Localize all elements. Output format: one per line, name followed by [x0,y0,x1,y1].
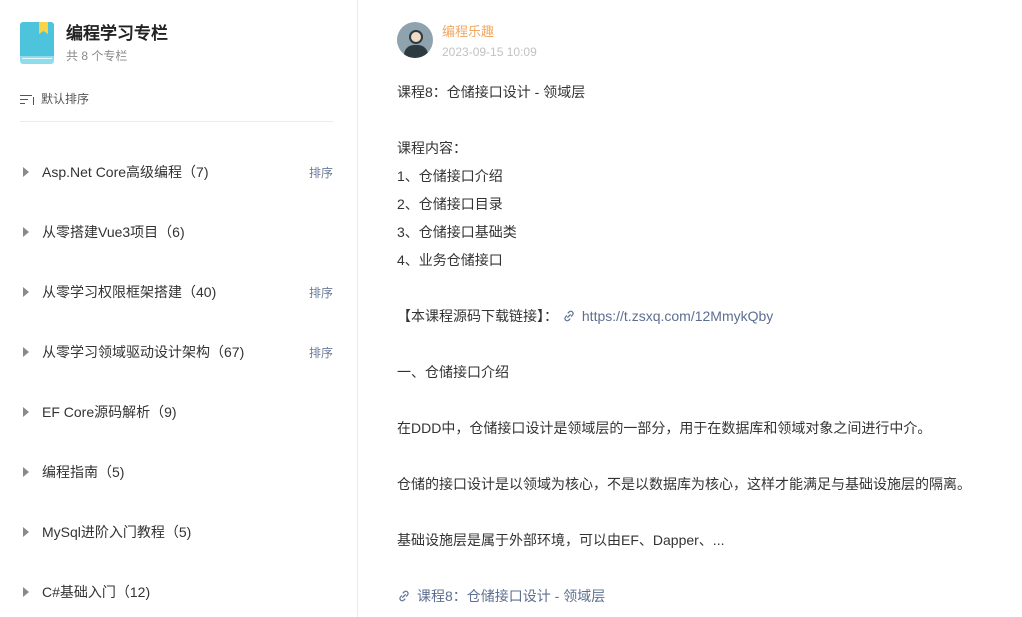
outline-item: 3、仓储接口基础类 [397,224,517,240]
outline-item: 1、仓储接口介绍 [397,168,503,184]
paragraph: 在DDD中，仓储接口设计是领域层的一部分，用于在数据库和领域对象之间进行中介。 [397,420,932,436]
author-name[interactable]: 编程乐趣 [442,23,537,41]
column-item-label[interactable]: EF Core源码解析（9) [42,402,177,422]
column-item[interactable]: Asp.Net Core高级编程（7) 排序 [20,142,333,202]
column-count: 共 8 个专栏 [66,49,128,63]
caret-right-icon[interactable] [23,287,29,297]
caret-right-icon[interactable] [23,347,29,357]
caret-right-icon[interactable] [23,587,29,597]
source-link[interactable]: https://t.zsxq.com/12MmykQby [562,308,773,324]
content-heading: 课程内容： [397,140,467,156]
column-item[interactable]: EF Core源码解析（9) [20,382,333,442]
sort-icon [20,93,34,105]
column-item[interactable]: 编程指南（5) [20,442,333,502]
column-item-label[interactable]: 从零学习权限框架搭建（40) [42,282,216,302]
column-item[interactable]: 从零搭建Vue3项目（6) [20,202,333,262]
article-panel: 编程乐趣 2023-09-15 10:09 课程8：仓储接口设计 - 领域层 课… [397,0,1022,617]
source-label: 【本课程源码下载链接】： [397,308,558,324]
column-sidebar: 编程学习专栏 共 8 个专栏 默认排序 Asp.Net Core高级编程（7) … [0,0,358,617]
column-item-label[interactable]: MySql进阶入门教程（5) [42,522,191,542]
column-sort-link[interactable]: 排序 [309,164,333,181]
column-item-label[interactable]: 编程指南（5) [42,462,124,482]
column-sort-link[interactable]: 排序 [309,344,333,361]
caret-right-icon[interactable] [23,227,29,237]
column-item-label[interactable]: Asp.Net Core高级编程（7) [42,162,208,182]
caret-right-icon[interactable] [23,407,29,417]
caret-right-icon[interactable] [23,527,29,537]
sort-label: 默认排序 [41,92,90,106]
paragraph: 基础设施层是属于外部环境，可以由EF、Dapper、... [397,532,725,548]
avatar[interactable] [397,22,433,58]
outline-item: 2、仓储接口目录 [397,196,503,212]
column-item-label[interactable]: 从零搭建Vue3项目（6) [42,222,185,242]
column-item[interactable]: 从零学习权限框架搭建（40) 排序 [20,262,333,322]
column-sort-link[interactable]: 排序 [309,284,333,301]
column-item-label[interactable]: C#基础入门（12) [42,582,150,602]
footer-link-text[interactable]: 课程8：仓储接口设计 - 领域层 [417,588,605,604]
post-time: 2023-09-15 10:09 [442,45,537,59]
link-icon [562,308,576,322]
divider [20,121,333,122]
column-item[interactable]: MySql进阶入门教程（5) [20,502,333,562]
paragraph: 仓储的接口设计是以领域为核心，不是以数据库为核心，这样才能满足与基础设施层的隔离… [397,476,971,492]
source-line: 【本课程源码下载链接】： https://t.zsxq.com/12MmykQb… [397,306,773,326]
column-item[interactable]: 从零学习领域驱动设计架构（67) 排序 [20,322,333,382]
caret-right-icon[interactable] [23,167,29,177]
column-list: Asp.Net Core高级编程（7) 排序 从零搭建Vue3项目（6) 从零学… [20,142,333,617]
section-heading: 一、仓储接口介绍 [397,364,509,380]
source-url[interactable]: https://t.zsxq.com/12MmykQby [582,308,773,324]
column-title: 编程学习专栏 [66,24,168,43]
column-header: 编程学习专栏 共 8 个专栏 [20,22,168,64]
default-sort-button[interactable]: 默认排序 [20,90,89,107]
column-item-label[interactable]: 从零学习领域驱动设计架构（67) [42,342,244,362]
author-block: 编程乐趣 2023-09-15 10:09 [397,22,537,59]
outline-item: 4、业务仓储接口 [397,252,503,268]
article-title-line: 课程8：仓储接口设计 - 领域层 [397,84,586,100]
article-footer-link[interactable]: 课程8：仓储接口设计 - 领域层 [397,586,605,606]
book-icon [20,22,54,64]
link-icon [397,588,411,602]
column-item[interactable]: C#基础入门（12) [20,562,333,617]
caret-right-icon[interactable] [23,467,29,477]
